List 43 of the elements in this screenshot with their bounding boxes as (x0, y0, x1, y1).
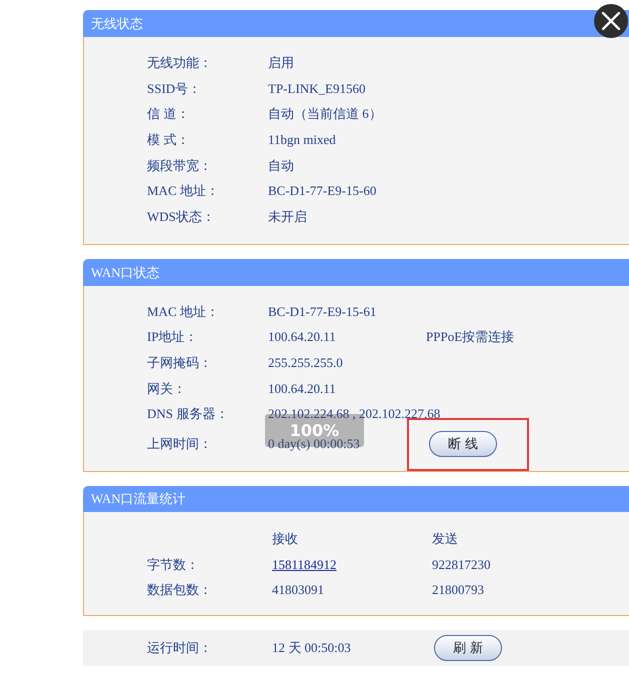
column-header: 发送 (432, 530, 459, 548)
section-header: WAN口状态 (83, 258, 629, 286)
field-label: 数据包数： (147, 581, 213, 600)
field-label: 信 道： (147, 106, 190, 122)
connection-type: PPPoE按需连接 (426, 329, 516, 346)
counter-link[interactable]: 1581184912 (272, 556, 337, 572)
field-label: MAC 地址： (147, 183, 220, 200)
field-value: 0 day(s) 00:00:53 (268, 436, 361, 452)
field-value: BC-D1-77-E9-15-61 (268, 304, 378, 320)
field-label: MAC 地址： (147, 304, 220, 320)
field-label: 字节数： (147, 556, 200, 574)
field-value: BC-D1-77-E9-15-60 (268, 183, 378, 200)
section-header: WAN口流量统计 (83, 486, 629, 512)
close-icon (602, 12, 620, 30)
field-label: IP地址： (147, 329, 199, 346)
field-value: 12 天 00:50:03 (272, 639, 352, 658)
counter-value: 41803091 (272, 582, 325, 598)
disconnect-button[interactable]: 断 线 (429, 431, 498, 458)
refresh-button[interactable]: 刷 新 (434, 635, 502, 662)
field-value: TP-LINK_E91560 (268, 80, 366, 97)
field-value: 自动（当前信道 6） (268, 106, 383, 122)
field-value: 202.102.224.68 , 202.102.227.68 (268, 406, 440, 422)
field-value: 自动 (268, 158, 295, 174)
field-label: 频段带宽： (147, 158, 213, 174)
field-label: 上网时间： (147, 436, 213, 452)
field-label: WDS状态： (147, 208, 216, 225)
field-value: 11bgn mixed (268, 132, 337, 148)
field-label: DNS 服务器： (147, 406, 230, 422)
counter-value: 21800793 (432, 582, 485, 598)
counter-value: 922817230 (432, 556, 492, 573)
section-header: 无线状态 (83, 10, 629, 37)
column-header: 接收 (272, 530, 299, 548)
field-label: 模 式： (147, 132, 190, 148)
field-label: 运行时间： (147, 639, 213, 658)
field-value: 启用 (268, 54, 295, 71)
field-label: SSID号： (147, 80, 202, 97)
field-label: 网关： (147, 380, 187, 397)
field-value: 100.64.20.11 (268, 329, 337, 346)
field-value: 255.255.255.0 (268, 355, 344, 372)
field-label: 子网掩码： (147, 355, 213, 372)
field-label: 无线功能： (147, 54, 213, 71)
field-value: 100.64.20.11 (268, 380, 337, 397)
field-value: 未开启 (268, 208, 308, 225)
